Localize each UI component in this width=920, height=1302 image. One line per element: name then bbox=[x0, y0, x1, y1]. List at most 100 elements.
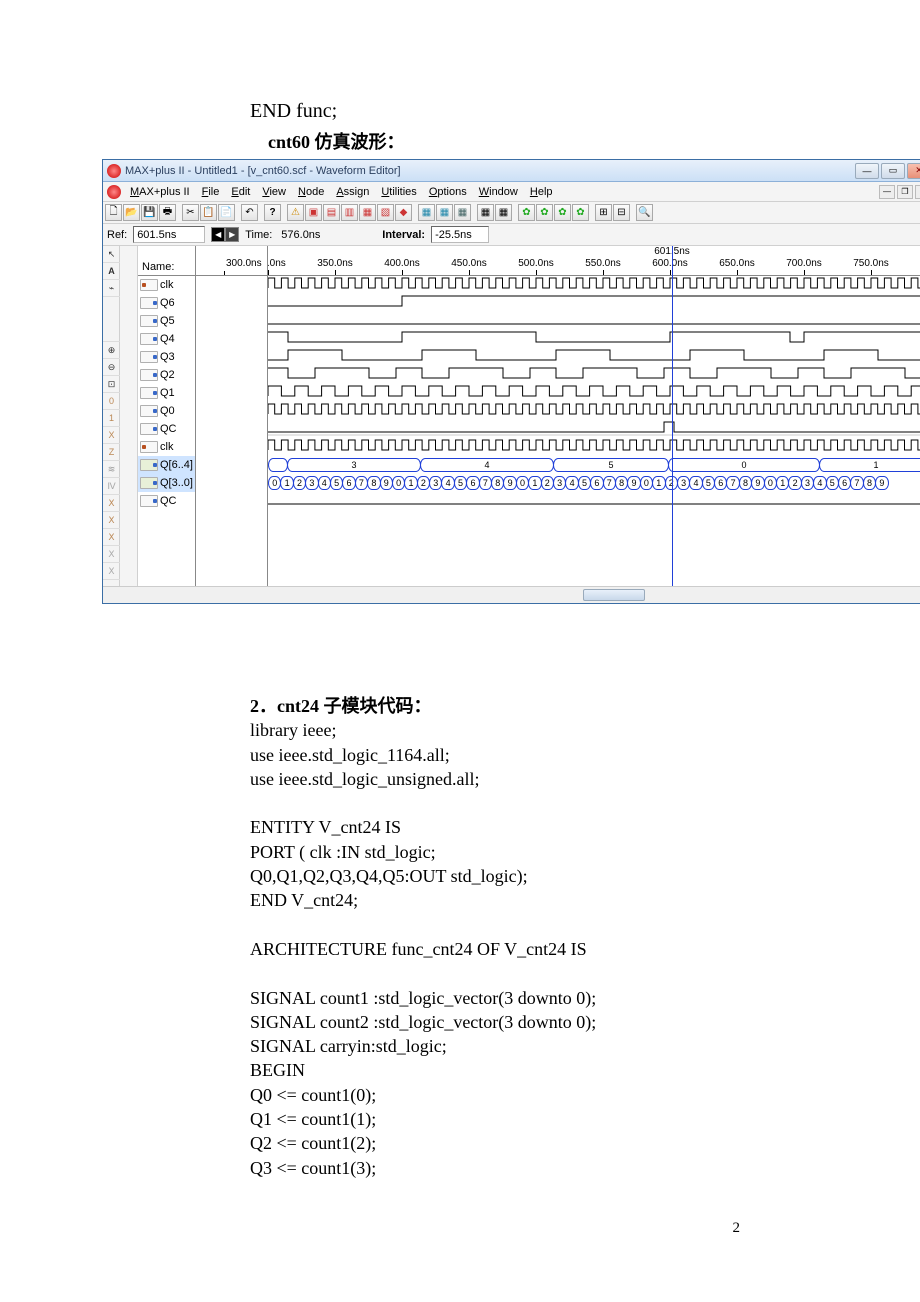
save-button[interactable]: 💾 bbox=[141, 204, 158, 221]
tool-icon[interactable]: ✿ bbox=[518, 204, 535, 221]
app-window: MAX+plus II - Untitled1 - [v_cnt60.scf -… bbox=[102, 159, 920, 604]
tool-icon[interactable]: ✿ bbox=[554, 204, 571, 221]
tool-icon[interactable]: Ⅳ bbox=[103, 478, 120, 495]
zoom-in-tool[interactable]: ⊕ bbox=[103, 342, 120, 359]
menu-edit[interactable]: Edit bbox=[226, 184, 255, 200]
titlebar[interactable]: MAX+plus II - Untitled1 - [v_cnt60.scf -… bbox=[103, 160, 920, 182]
signal-row[interactable]: Q3 bbox=[138, 348, 195, 366]
tool-icon[interactable]: ▧ bbox=[377, 204, 394, 221]
waveform-area[interactable]: 601.5ns 300.0ns350.0ns400.0ns450.0ns500.… bbox=[268, 246, 920, 586]
menubar: MAX+plus II File Edit View Node Assign U… bbox=[103, 182, 920, 202]
tool-icon[interactable]: Ⅹ bbox=[103, 546, 120, 563]
signal-type-icon bbox=[140, 279, 158, 291]
compile-icon[interactable]: ▣ bbox=[305, 204, 322, 221]
tool-icon[interactable]: ▦ bbox=[436, 204, 453, 221]
signal-row[interactable]: Q4 bbox=[138, 330, 195, 348]
new-button[interactable]: 🗋 bbox=[105, 204, 122, 221]
tool-icon[interactable]: ⊞ bbox=[595, 204, 612, 221]
tool-icon[interactable]: ▦ bbox=[495, 204, 512, 221]
clock-tool[interactable]: Ⅹ bbox=[103, 495, 120, 512]
tool-icon[interactable]: ▦ bbox=[454, 204, 471, 221]
menu-assign[interactable]: Assign bbox=[331, 184, 374, 200]
group-tool[interactable]: Ⅹ bbox=[103, 529, 120, 546]
set-z-tool[interactable]: Z bbox=[103, 444, 120, 461]
menu-view[interactable]: View bbox=[257, 184, 291, 200]
set-x-tool[interactable]: X bbox=[103, 427, 120, 444]
left-toolbar: ↖ A ⌁ ⊕ ⊖ ⊡ 0 1 X Z ≋ Ⅳ Ⅹ Ⅹ Ⅹ Ⅹ Ⅹ bbox=[103, 246, 120, 586]
signal-row[interactable]: Q0 bbox=[138, 402, 195, 420]
time-label: Time: bbox=[245, 229, 272, 241]
zoom-out-tool[interactable]: ⊖ bbox=[103, 359, 120, 376]
section-title: 2．cnt24 子模块代码： bbox=[250, 694, 790, 718]
ref-input[interactable] bbox=[133, 226, 205, 243]
maximize-button[interactable]: ▭ bbox=[881, 163, 905, 179]
menu-file[interactable]: File bbox=[197, 184, 225, 200]
tool-icon[interactable]: ⊟ bbox=[613, 204, 630, 221]
interval-input[interactable] bbox=[431, 226, 489, 243]
cut-button[interactable]: ✂ bbox=[182, 204, 199, 221]
mdi-minimize[interactable]: — bbox=[879, 185, 895, 199]
signal-row[interactable]: Q[3..0] bbox=[138, 474, 195, 492]
tool-icon[interactable]: ◆ bbox=[395, 204, 412, 221]
tool-icon[interactable]: ▤ bbox=[323, 204, 340, 221]
signal-label: Q4 bbox=[160, 333, 175, 345]
tool-icon[interactable]: ▥ bbox=[341, 204, 358, 221]
horizontal-scrollbar[interactable] bbox=[103, 586, 920, 603]
menu-help[interactable]: Help bbox=[525, 184, 558, 200]
time-ruler[interactable]: 601.5ns 300.0ns350.0ns400.0ns450.0ns500.… bbox=[268, 246, 920, 276]
ref-left-button[interactable]: ◀ bbox=[211, 227, 225, 242]
scrollbar-thumb[interactable] bbox=[583, 589, 645, 601]
search-button[interactable]: 🔍 bbox=[636, 204, 653, 221]
print-button[interactable]: 🖶 bbox=[159, 204, 176, 221]
signal-row[interactable]: clk bbox=[138, 438, 195, 456]
signal-type-icon bbox=[140, 441, 158, 453]
warn-icon[interactable]: ⚠ bbox=[287, 204, 304, 221]
interval-label: Interval: bbox=[382, 229, 425, 241]
signal-row[interactable]: Q5 bbox=[138, 312, 195, 330]
signal-row[interactable]: Q6 bbox=[138, 294, 195, 312]
code-block: 2．cnt24 子模块代码： library ieee; use ieee.st… bbox=[250, 694, 790, 1180]
tool-icon[interactable]: ▦ bbox=[359, 204, 376, 221]
signal-type-icon bbox=[140, 333, 158, 345]
zoom-fit-tool[interactable]: ⊡ bbox=[103, 376, 120, 393]
menu-node[interactable]: Node bbox=[293, 184, 329, 200]
menu-options[interactable]: Options bbox=[424, 184, 472, 200]
undo-button[interactable]: ↶ bbox=[241, 204, 258, 221]
signal-row[interactable]: Q[6..4] bbox=[138, 456, 195, 474]
ref-cursor-line[interactable] bbox=[672, 246, 673, 586]
signal-row[interactable]: clk bbox=[138, 276, 195, 294]
menu-maxplus[interactable]: MAX+plus II bbox=[125, 184, 195, 200]
signal-label: Q5 bbox=[160, 315, 175, 327]
menu-window[interactable]: Window bbox=[474, 184, 523, 200]
signal-label: QC bbox=[160, 495, 177, 507]
time-input[interactable] bbox=[278, 226, 350, 243]
menu-utilities[interactable]: Utilities bbox=[376, 184, 421, 200]
text-tool[interactable]: A bbox=[103, 263, 120, 280]
close-button[interactable]: ✕ bbox=[907, 163, 920, 179]
mdi-restore[interactable]: ❐ bbox=[897, 185, 913, 199]
signal-row[interactable]: QC bbox=[138, 420, 195, 438]
mdi-close[interactable]: ✕ bbox=[915, 185, 920, 199]
mdi-icon[interactable] bbox=[107, 185, 121, 199]
tool-icon[interactable]: ✿ bbox=[536, 204, 553, 221]
signal-row[interactable]: Q2 bbox=[138, 366, 195, 384]
tool-icon[interactable]: ▦ bbox=[418, 204, 435, 221]
tool-icon[interactable]: Ⅹ bbox=[103, 563, 120, 580]
tool-icon[interactable]: ✿ bbox=[572, 204, 589, 221]
signal-row[interactable]: QC bbox=[138, 492, 195, 510]
ref-right-button[interactable]: ▶ bbox=[225, 227, 239, 242]
set-0-tool[interactable]: 0 bbox=[103, 393, 120, 410]
signal-row[interactable]: Q1 bbox=[138, 384, 195, 402]
minimize-button[interactable]: — bbox=[855, 163, 879, 179]
help-button[interactable]: ? bbox=[264, 204, 281, 221]
pointer-tool[interactable]: ↖ bbox=[103, 246, 120, 263]
open-button[interactable]: 📂 bbox=[123, 204, 140, 221]
set-1-tool[interactable]: 1 bbox=[103, 410, 120, 427]
copy-button[interactable]: 📋 bbox=[200, 204, 217, 221]
paste-button[interactable]: 📄 bbox=[218, 204, 235, 221]
signal-type-icon bbox=[140, 423, 158, 435]
tool-icon[interactable]: ▦ bbox=[477, 204, 494, 221]
count-tool[interactable]: Ⅹ bbox=[103, 512, 120, 529]
inv-tool[interactable]: ≋ bbox=[103, 461, 120, 478]
wave-tool[interactable]: ⌁ bbox=[103, 280, 120, 297]
